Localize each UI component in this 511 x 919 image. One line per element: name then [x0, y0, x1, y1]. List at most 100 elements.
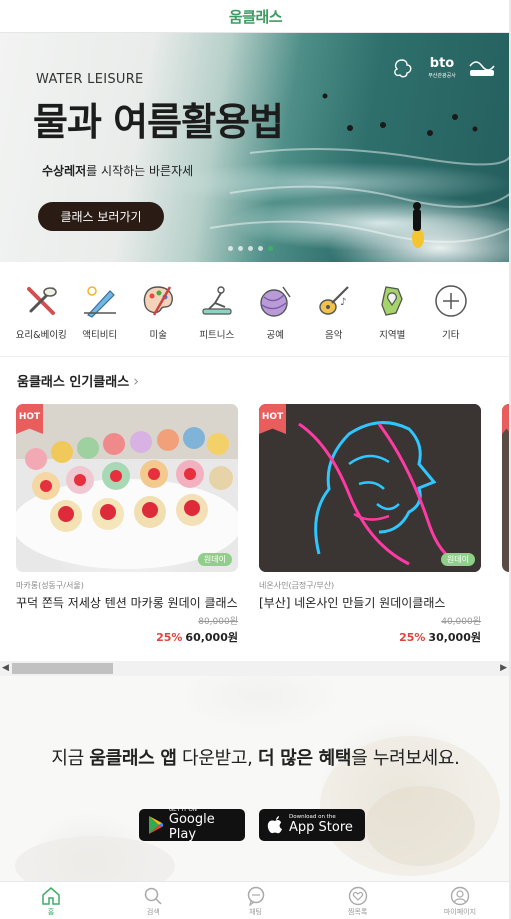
apple-icon [267, 816, 282, 834]
partner-logos: bto 부산관광공사 [387, 53, 497, 83]
class-category: 네온사인(금정구/부산) [259, 581, 335, 590]
busan-city-logo [387, 53, 417, 83]
category-activity[interactable]: 액티비티 [71, 262, 130, 356]
class-card-image: HOT 원데이 [259, 404, 481, 572]
heart-icon [348, 886, 367, 906]
fitness-icon [198, 282, 236, 320]
horizontal-scrollbar[interactable]: ◀ ▶ [0, 661, 511, 676]
category-label: 지역별 [379, 330, 406, 341]
banner-subtitle: WATER LEISURE [36, 72, 144, 87]
promo-post: 을 누려보세요. [351, 748, 460, 769]
price-row: 25% 60,000원 [16, 629, 238, 645]
category-label: 피트니스 [199, 330, 235, 341]
tab-label: 찜목록 [348, 908, 368, 916]
tab-label: 검색 [146, 908, 160, 916]
sea-logo [467, 53, 497, 83]
google-play-icon [149, 816, 163, 834]
cooking-icon [22, 282, 60, 320]
user-icon [450, 886, 470, 906]
category-label: 음악 [325, 330, 343, 341]
tab-label: 마이페이지 [443, 908, 477, 916]
category-region[interactable]: 지역별 [363, 262, 422, 356]
bto-logo: bto 부산관광공사 [428, 56, 456, 79]
promo-strong-app: 움클래스 앱 [89, 748, 177, 769]
tab-wishlist[interactable]: 찜목록 [307, 882, 409, 919]
category-etc[interactable]: 기타 [422, 262, 481, 356]
surfer [412, 202, 424, 248]
banner-title: 물과 여름활용법 [33, 100, 284, 144]
carousel-dot-active[interactable] [268, 246, 273, 251]
category-label: 미술 [149, 330, 167, 341]
macaron-illustration [16, 404, 238, 569]
chat-icon [247, 886, 264, 906]
original-price: 80,000원 [198, 617, 238, 627]
tab-label: 홈 [47, 908, 55, 916]
discount-rate: 25% [399, 631, 426, 644]
tab-chat[interactable]: 채팅 [204, 882, 306, 919]
promo-background [15, 736, 500, 881]
home-icon [42, 887, 60, 905]
tab-label: 채팅 [249, 908, 262, 916]
category-bar: 요리&베이킹 액티비티 미술 피트니스 공예 ♪ 음악 지역별 기타 [0, 262, 511, 357]
hero-banner[interactable]: bto 부산관광공사 WATER LEISURE 물과 여름활용법 수상레저를 … [0, 33, 511, 262]
google-play-button[interactable]: GET IT ON Google Play [139, 807, 245, 841]
class-title[interactable]: [부산] 네온사인 만들기 원데이클래스 [259, 596, 481, 611]
activity-icon [81, 282, 119, 320]
category-label: 기타 [442, 330, 460, 341]
banner-description: 수상레저를 시작하는 바른자세 [42, 162, 193, 179]
craft-yarn-icon [256, 282, 294, 320]
original-price: 40,000원 [441, 617, 481, 627]
music-guitar-icon: ♪ [315, 282, 353, 320]
scrollbar-thumb[interactable] [12, 663, 113, 674]
carousel-dot[interactable] [248, 246, 253, 251]
promo-message: 지금 움클래스 앱 다운받고, 더 많은 혜택을 누려보세요. [0, 744, 511, 770]
carousel-dot[interactable] [228, 246, 233, 251]
category-label: 요리&베이킹 [15, 330, 67, 341]
tab-mypage[interactable]: 마이페이지 [409, 882, 511, 919]
popular-class-carousel[interactable]: HOT 원데이 마카롱(성동구/서울) 꾸덕 쫀득 저세상 텐션 마카롱 원데이… [16, 404, 511, 659]
promo-mid: 다운받고, [176, 748, 258, 769]
banner-desc-rest: 를 시작하는 바른자세 [86, 164, 194, 178]
class-category: 마카롱(성동구/서울) [16, 581, 84, 590]
category-craft[interactable]: 공예 [246, 262, 305, 356]
class-title[interactable]: 꾸덕 쫀득 저세상 텐션 마카롱 원데이 클래스 [16, 596, 238, 611]
promo-strong-benefit: 더 많은 혜택 [257, 748, 352, 769]
category-fitness[interactable]: 피트니스 [188, 262, 247, 356]
category-art[interactable]: 미술 [129, 262, 188, 356]
bottom-tab-bar: 홈 검색 채팅 찜목록 마이페이지 [0, 881, 511, 919]
class-card-image: HOT 원데이 [16, 404, 238, 572]
oneday-tag: 원데이 [197, 553, 232, 566]
category-cooking[interactable]: 요리&베이킹 [12, 262, 71, 356]
scroll-left-arrow-icon[interactable]: ◀ [2, 663, 9, 673]
carousel-dot[interactable] [238, 246, 243, 251]
art-palette-icon [139, 282, 177, 320]
banner-desc-strong: 수상레저 [42, 164, 87, 178]
discount-rate: 25% [156, 631, 183, 644]
promo-pre: 지금 [51, 748, 90, 769]
class-card[interactable]: HOT 원데이 마카롱(성동구/서울) 꾸덕 쫀득 저세상 텐션 마카롱 원데이… [16, 404, 238, 645]
sale-price: 30,000원 [428, 631, 481, 644]
price-row: 25% 30,000원 [259, 629, 481, 645]
popular-title-text: 움클래스 인기클래스 [17, 375, 130, 390]
popular-section-title[interactable]: 움클래스 인기클래스 › [17, 371, 140, 391]
app-download-promo: 지금 움클래스 앱 다운받고, 더 많은 혜택을 누려보세요. GET IT O… [0, 676, 511, 881]
category-label: 공예 [266, 330, 284, 341]
category-music[interactable]: ♪ 음악 [305, 262, 364, 356]
svg-text:♪: ♪ [340, 297, 346, 308]
category-label: 액티비티 [82, 330, 118, 341]
carousel-dot[interactable] [258, 246, 263, 251]
app-logo[interactable]: 움클래스 [229, 6, 283, 27]
chevron-right-icon: › [133, 371, 140, 390]
sale-price: 60,000원 [185, 631, 238, 644]
apple-big-text: App Store [289, 819, 353, 835]
tab-home[interactable]: 홈 [0, 882, 102, 919]
tab-search[interactable]: 검색 [102, 882, 204, 919]
neon-sign-illustration [259, 404, 481, 572]
top-bar: 움클래스 [0, 0, 511, 33]
app-store-button[interactable]: Download on the App Store [259, 809, 365, 841]
scroll-right-arrow-icon[interactable]: ▶ [500, 663, 507, 673]
view-class-button[interactable]: 클래스 보러가기 [38, 202, 164, 231]
search-icon [145, 887, 162, 905]
region-map-icon [373, 282, 411, 320]
class-card[interactable]: HOT 원데이 네온사인(금정구/부산) [부산] 네온사인 만들기 원데이클래… [259, 404, 481, 645]
